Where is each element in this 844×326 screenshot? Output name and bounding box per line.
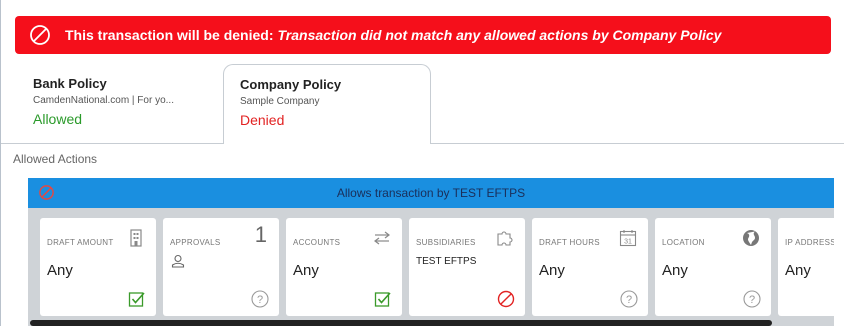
card-subsidiaries[interactable]: SUBSIDIARIES TEST EFTPS	[409, 218, 525, 316]
card-label: ACCOUNTS	[293, 238, 341, 247]
card-ip-address[interactable]: IP ADDRESS Any	[778, 218, 834, 316]
card-label: SUBSIDIARIES	[416, 238, 476, 247]
card-draft-amount[interactable]: DRAFT AMOUNT Any	[40, 218, 156, 316]
card-label: DRAFT HOURS	[539, 238, 600, 247]
card-value: Any	[662, 262, 688, 279]
tab-company-policy[interactable]: Company Policy Sample Company Denied	[223, 64, 431, 144]
card-value: Any	[539, 262, 565, 279]
ban-icon	[39, 185, 54, 200]
card-value: Any	[47, 262, 73, 279]
banner-reason: Transaction did not match any allowed ac…	[277, 27, 722, 43]
card-value: TEST EFTPS	[416, 256, 477, 267]
policy-result-frame: This transaction will be denied: Transac…	[0, 0, 844, 326]
tab-status-denied: Denied	[240, 112, 285, 128]
card-accounts[interactable]: ACCOUNTS Any	[286, 218, 402, 316]
tab-divider	[1, 143, 223, 144]
ban-icon	[497, 290, 515, 308]
denied-banner: This transaction will be denied: Transac…	[15, 16, 831, 54]
ban-icon	[30, 25, 50, 45]
tab-bank-policy[interactable]: Bank Policy CamdenNational.com | For yo.…	[17, 64, 223, 142]
banner-prefix: This transaction will be denied:	[65, 27, 274, 43]
svg-text:?: ?	[626, 294, 632, 306]
check-icon	[374, 292, 391, 307]
approvals-count: 1	[254, 222, 267, 247]
card-label: DRAFT AMOUNT	[47, 238, 114, 247]
puzzle-icon	[497, 231, 513, 246]
section-label: Allowed Actions	[13, 152, 98, 166]
calendar-icon: 31	[619, 230, 637, 247]
globe-icon	[743, 230, 759, 246]
tab-title: Company Policy	[240, 77, 342, 92]
tab-subtitle: CamdenNational.com | For yo...	[33, 95, 174, 106]
building-icon	[130, 229, 142, 247]
rule-header: Allows transaction by TEST EFTPS	[28, 178, 834, 208]
help-icon[interactable]: ?	[620, 290, 638, 308]
card-value: Any	[293, 262, 319, 279]
user-icon	[171, 254, 185, 268]
calendar-day: 31	[624, 239, 632, 246]
horizontal-scrollbar[interactable]	[30, 320, 772, 326]
rule-box: Allows transaction by TEST EFTPS DRAFT A…	[28, 178, 834, 326]
svg-text:?: ?	[749, 294, 755, 306]
card-label: LOCATION	[662, 238, 705, 247]
help-icon[interactable]: ?	[251, 290, 269, 308]
card-label: APPROVALS	[170, 238, 221, 247]
tab-subtitle: Sample Company	[240, 96, 320, 107]
rule-header-text: Allows transaction by TEST EFTPS	[336, 186, 526, 200]
svg-text:?: ?	[257, 294, 263, 306]
card-label: IP ADDRESS	[785, 238, 834, 247]
tab-status-allowed: Allowed	[33, 111, 83, 127]
card-approvals[interactable]: APPROVALS 1 ?	[163, 218, 279, 316]
check-icon	[128, 292, 145, 307]
card-location[interactable]: LOCATION Any ?	[655, 218, 771, 316]
tab-title: Bank Policy	[33, 76, 107, 91]
help-icon[interactable]: ?	[743, 290, 761, 308]
card-value: Any	[785, 262, 811, 279]
tab-divider	[431, 143, 844, 144]
transfer-arrows-icon	[374, 231, 390, 245]
card-draft-hours[interactable]: DRAFT HOURS 31 Any ?	[532, 218, 648, 316]
